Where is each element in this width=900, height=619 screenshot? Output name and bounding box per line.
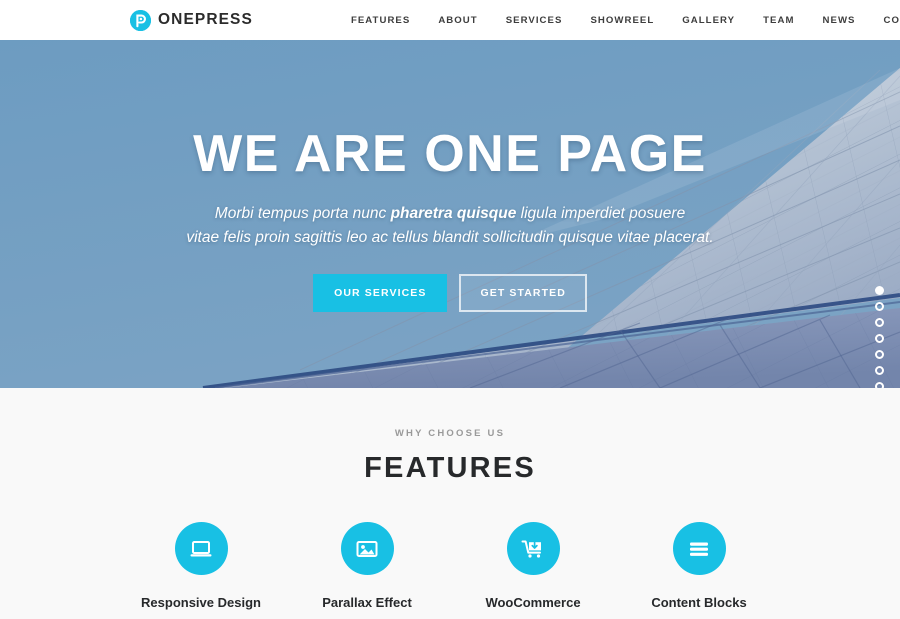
hero-subtitle: Morbi tempus porta nunc pharetra quisque… <box>186 202 713 250</box>
slider-dot-5[interactable] <box>875 350 884 359</box>
feature-title: WooCommerce <box>485 595 581 610</box>
feature-title: Content Blocks <box>651 595 747 610</box>
main-nav: FEATURES ABOUT SERVICES SHOWREEL GALLERY… <box>337 9 900 32</box>
hero-subtitle-post: ligula imperdiet posuere <box>516 205 686 222</box>
features-eyebrow: WHY CHOOSE US <box>394 428 506 439</box>
brand-name: ONEPRESS <box>158 11 253 28</box>
image-icon <box>340 522 394 575</box>
nav-item-about[interactable]: ABOUT <box>424 9 491 32</box>
hero-actions: OUR SERVICES GET STARTED <box>313 274 587 313</box>
feature-card-responsive-design[interactable]: Responsive Design The theme is responsiv… <box>118 522 284 619</box>
hero-section: WE ARE ONE PAGE Morbi tempus porta nunc … <box>0 40 900 388</box>
slider-dot-6[interactable] <box>875 366 884 375</box>
nav-item-team[interactable]: TEAM <box>749 9 808 32</box>
nav-item-news[interactable]: NEWS <box>809 9 870 32</box>
nav-item-features[interactable]: FEATURES <box>337 9 424 32</box>
brand-logo[interactable]: ONEPRESS <box>130 9 253 31</box>
slider-dot-2[interactable] <box>875 302 884 311</box>
slider-dot-3[interactable] <box>875 318 884 327</box>
shopping-cart-download-icon <box>506 522 560 575</box>
bars-icon <box>672 522 726 575</box>
slider-dot-7[interactable] <box>875 382 884 388</box>
feature-card-woocommerce[interactable]: WooCommerce Build a front page for your <box>450 522 616 619</box>
hero-title: WE ARE ONE PAGE <box>193 125 707 183</box>
slider-pagination-dots <box>875 286 884 388</box>
our-services-button[interactable]: OUR SERVICES <box>313 274 448 313</box>
feature-title: Parallax Effect <box>322 595 412 610</box>
hero-subtitle-line1: Morbi tempus porta nunc pharetra quisque… <box>215 205 685 222</box>
features-grid: Responsive Design The theme is responsiv… <box>0 522 900 619</box>
features-section: WHY CHOOSE US FEATURES Responsive Design… <box>0 388 900 619</box>
nav-item-contact[interactable]: CONTACT <box>870 9 900 32</box>
hero-content: WE ARE ONE PAGE Morbi tempus porta nunc … <box>0 40 900 388</box>
slider-dot-4[interactable] <box>875 334 884 343</box>
slider-dot-1[interactable] <box>875 286 884 295</box>
hero-subtitle-pre: Morbi tempus porta nunc <box>214 205 391 222</box>
hero-subtitle-bold: pharetra quisque <box>390 205 517 222</box>
nav-item-gallery[interactable]: GALLERY <box>668 9 749 32</box>
feature-title: Responsive Design <box>141 595 261 610</box>
hero-subtitle-line2: vitae felis proin sagittis leo ac tellus… <box>186 229 714 247</box>
laptop-icon <box>174 522 228 575</box>
onepress-circle-p-logo-icon <box>130 9 151 31</box>
features-title: FEATURES <box>364 452 536 484</box>
nav-item-showreel[interactable]: SHOWREEL <box>576 9 668 32</box>
site-header: ONEPRESS FEATURES ABOUT SERVICES SHOWREE… <box>0 0 900 40</box>
feature-card-parallax-effect[interactable]: Parallax Effect Create memorable pages w… <box>284 522 450 619</box>
nav-item-services[interactable]: SERVICES <box>492 9 577 32</box>
feature-card-content-blocks[interactable]: Content Blocks Change the sections conte… <box>616 522 782 619</box>
get-started-button[interactable]: GET STARTED <box>459 274 587 313</box>
